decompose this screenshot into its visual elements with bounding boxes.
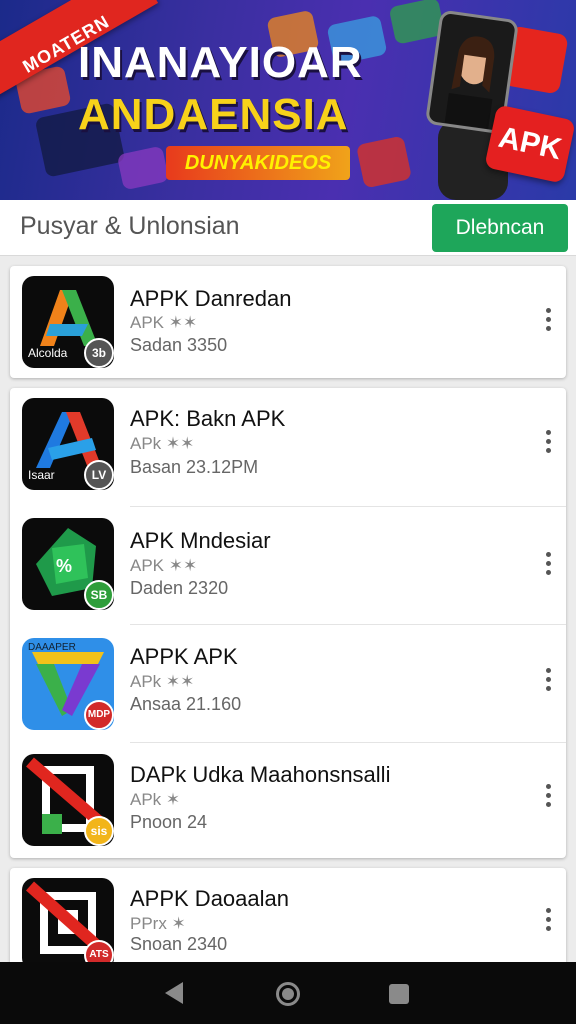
banner-title-line2: ANDAENSIA: [78, 90, 349, 139]
list-item[interactable]: Alcolda 3b APPK Danredan APK ✶✶ Sadan 33…: [10, 266, 566, 378]
app-badge: LV: [84, 460, 114, 490]
app-badge: sis: [84, 816, 114, 846]
app-badge: 3b: [84, 338, 114, 368]
svg-text:%: %: [56, 556, 72, 576]
app-name: APK: Bakn APK: [130, 406, 286, 431]
app-meta: Sadan 3350: [130, 335, 228, 355]
home-icon[interactable]: [276, 982, 300, 1006]
app-name: APK Mndesiar: [130, 528, 271, 553]
app-icon-blue-red-a: Isaar LV: [22, 398, 114, 490]
app-card: Alcolda 3b APPK Danredan APK ✶✶ Sadan 33…: [10, 266, 566, 378]
list-item[interactable]: sis DAPk Udka Maahonsnsalli APk ✶ Pnoon …: [10, 742, 566, 858]
promo-banner[interactable]: MOATERN INANAYIOAR ANDAENSIA DUNYAKIDEOS…: [0, 0, 576, 200]
download-button[interactable]: Dlebncan: [432, 204, 568, 252]
list-item[interactable]: Isaar LV APK: Bakn APK APk ✶✶ Basan 23.1…: [10, 388, 566, 506]
list-item[interactable]: % SB APK Mndesiar APK ✶✶ Daden 2320: [10, 506, 566, 624]
more-options-icon[interactable]: [542, 552, 554, 580]
app-meta: Daden 2320: [130, 578, 229, 598]
more-options-icon[interactable]: [542, 908, 554, 936]
banner-title-line1: INANAYIOAR: [78, 38, 363, 87]
app-badge: MDP: [84, 700, 114, 730]
app-subtitle: APk ✶: [130, 790, 181, 809]
app-subtitle: APk ✶✶: [130, 434, 195, 453]
app-icon-green-orange-a: Alcolda 3b: [22, 276, 114, 368]
more-options-icon[interactable]: [542, 784, 554, 812]
app-name: DAPk Udka Maahonsnsalli: [130, 762, 391, 787]
list-item[interactable]: DAAAPER MDP APPK APK APk ✶✶ Ansaa 21.160: [10, 624, 566, 742]
app-meta: Basan 23.12PM: [130, 457, 259, 477]
app-badge: SB: [84, 580, 114, 610]
section-title: Pusyar & Unlonsian: [20, 212, 240, 240]
app-icon-blue-v: DAAAPER MDP: [22, 638, 114, 730]
app-icon-red-slash-a: sis: [22, 754, 114, 846]
app-name: APPK Daoaalan: [130, 886, 289, 911]
app-subtitle: PPrx ✶: [130, 914, 186, 933]
app-icon-label: Isaar: [28, 468, 55, 482]
app-meta: Ansaa 21.160: [130, 694, 242, 714]
app-meta: Snoan 2340: [130, 934, 228, 954]
app-icon-green-star: % SB: [22, 518, 114, 610]
more-options-icon[interactable]: [542, 430, 554, 458]
app-icon-label: Alcolda: [28, 346, 68, 360]
back-icon[interactable]: [165, 982, 183, 1004]
app-icon-label: DAAAPER: [28, 642, 76, 653]
section-header: Pusyar & Unlonsian Dlebncan: [0, 200, 576, 256]
system-navigation-bar: [0, 962, 576, 1024]
app-card: Isaar LV APK: Bakn APK APk ✶✶ Basan 23.1…: [10, 388, 566, 858]
more-options-icon[interactable]: [542, 308, 554, 336]
app-name: APPK Danredan: [130, 286, 292, 311]
banner-subtitle-pill: DUNYAKIDEOS: [166, 146, 350, 180]
more-options-icon[interactable]: [542, 668, 554, 696]
app-subtitle: APK ✶✶: [130, 313, 198, 332]
app-name: APPK APK: [130, 644, 238, 669]
app-subtitle: APk ✶✶: [130, 672, 195, 691]
app-subtitle: APK ✶✶: [130, 556, 198, 575]
app-meta: Pnoon 24: [130, 812, 208, 832]
recent-apps-icon[interactable]: [389, 984, 409, 1004]
app-icon-red-slash-box: ATS: [22, 878, 114, 970]
